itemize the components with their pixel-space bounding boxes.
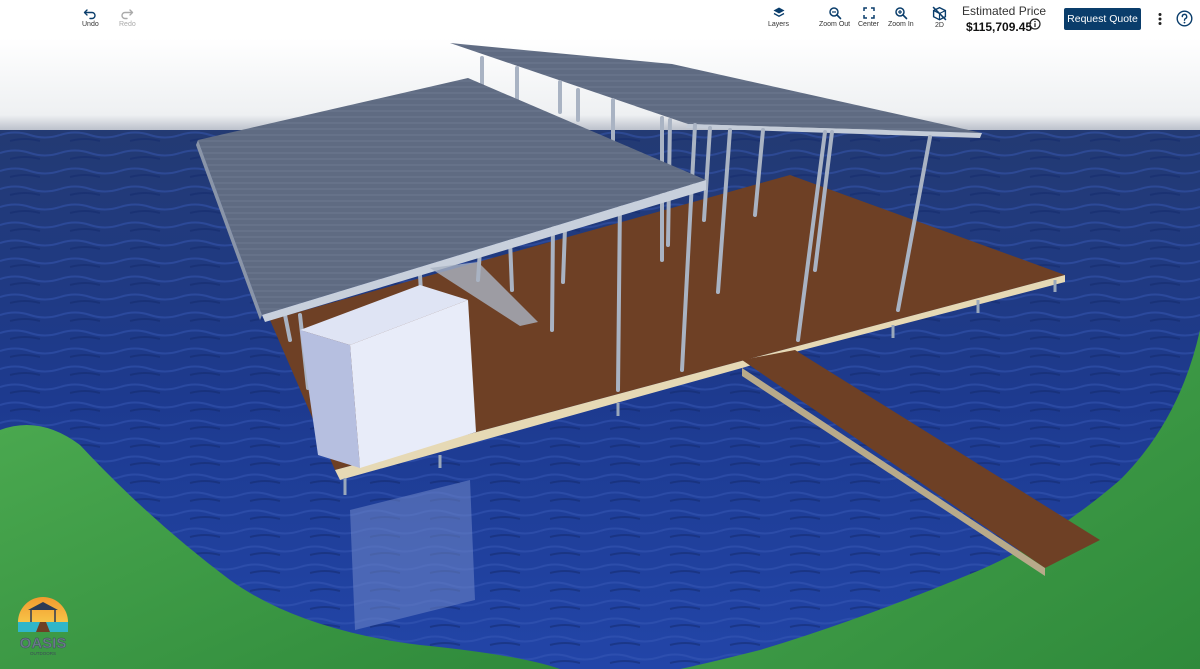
- redo-label: Redo: [119, 21, 136, 28]
- zoom-in-label: Zoom In: [888, 21, 914, 28]
- info-icon[interactable]: [1029, 18, 1041, 30]
- layers-label: Layers: [768, 21, 790, 28]
- logo-text: OASIS: [20, 635, 67, 652]
- layers-button[interactable]: Layers: [768, 6, 789, 28]
- undo-icon: [84, 9, 96, 20]
- more-vertical-icon[interactable]: [1154, 11, 1166, 27]
- logo-subtext: OUTDOORS: [30, 651, 56, 656]
- zoom-out-icon: [828, 7, 841, 20]
- undo-label: Undo: [82, 21, 99, 28]
- center-button[interactable]: Center: [858, 6, 879, 28]
- request-quote-button[interactable]: Request Quote: [1064, 8, 1141, 30]
- zoom-out-button[interactable]: Zoom Out: [819, 6, 850, 28]
- zoom-out-label: Zoom Out: [819, 21, 851, 28]
- center-icon: [862, 7, 875, 19]
- center-label: Center: [858, 21, 880, 28]
- zoom-in-icon: [895, 7, 908, 20]
- view-2d-button[interactable]: 2D: [932, 6, 947, 29]
- zoom-in-button[interactable]: Zoom In: [888, 6, 914, 28]
- estimated-price-label: Estimated Price: [962, 4, 1047, 18]
- estimated-price-value: $115,709.45: [966, 20, 1033, 34]
- cube-off-icon: [932, 6, 947, 21]
- toolbar: Undo Redo Layers Zoom Out Center Zoom In…: [0, 0, 1200, 38]
- dock-3d-viewport[interactable]: [0, 38, 1200, 669]
- redo-button[interactable]: Redo: [119, 6, 136, 28]
- undo-button[interactable]: Undo: [82, 6, 99, 28]
- oasis-outdoors-logo: OASIS OUTDOORS: [18, 597, 68, 656]
- layers-icon: [773, 7, 784, 17]
- redo-icon: [121, 9, 134, 20]
- view-2d-label: 2D: [935, 22, 944, 29]
- help-icon[interactable]: [1176, 10, 1193, 27]
